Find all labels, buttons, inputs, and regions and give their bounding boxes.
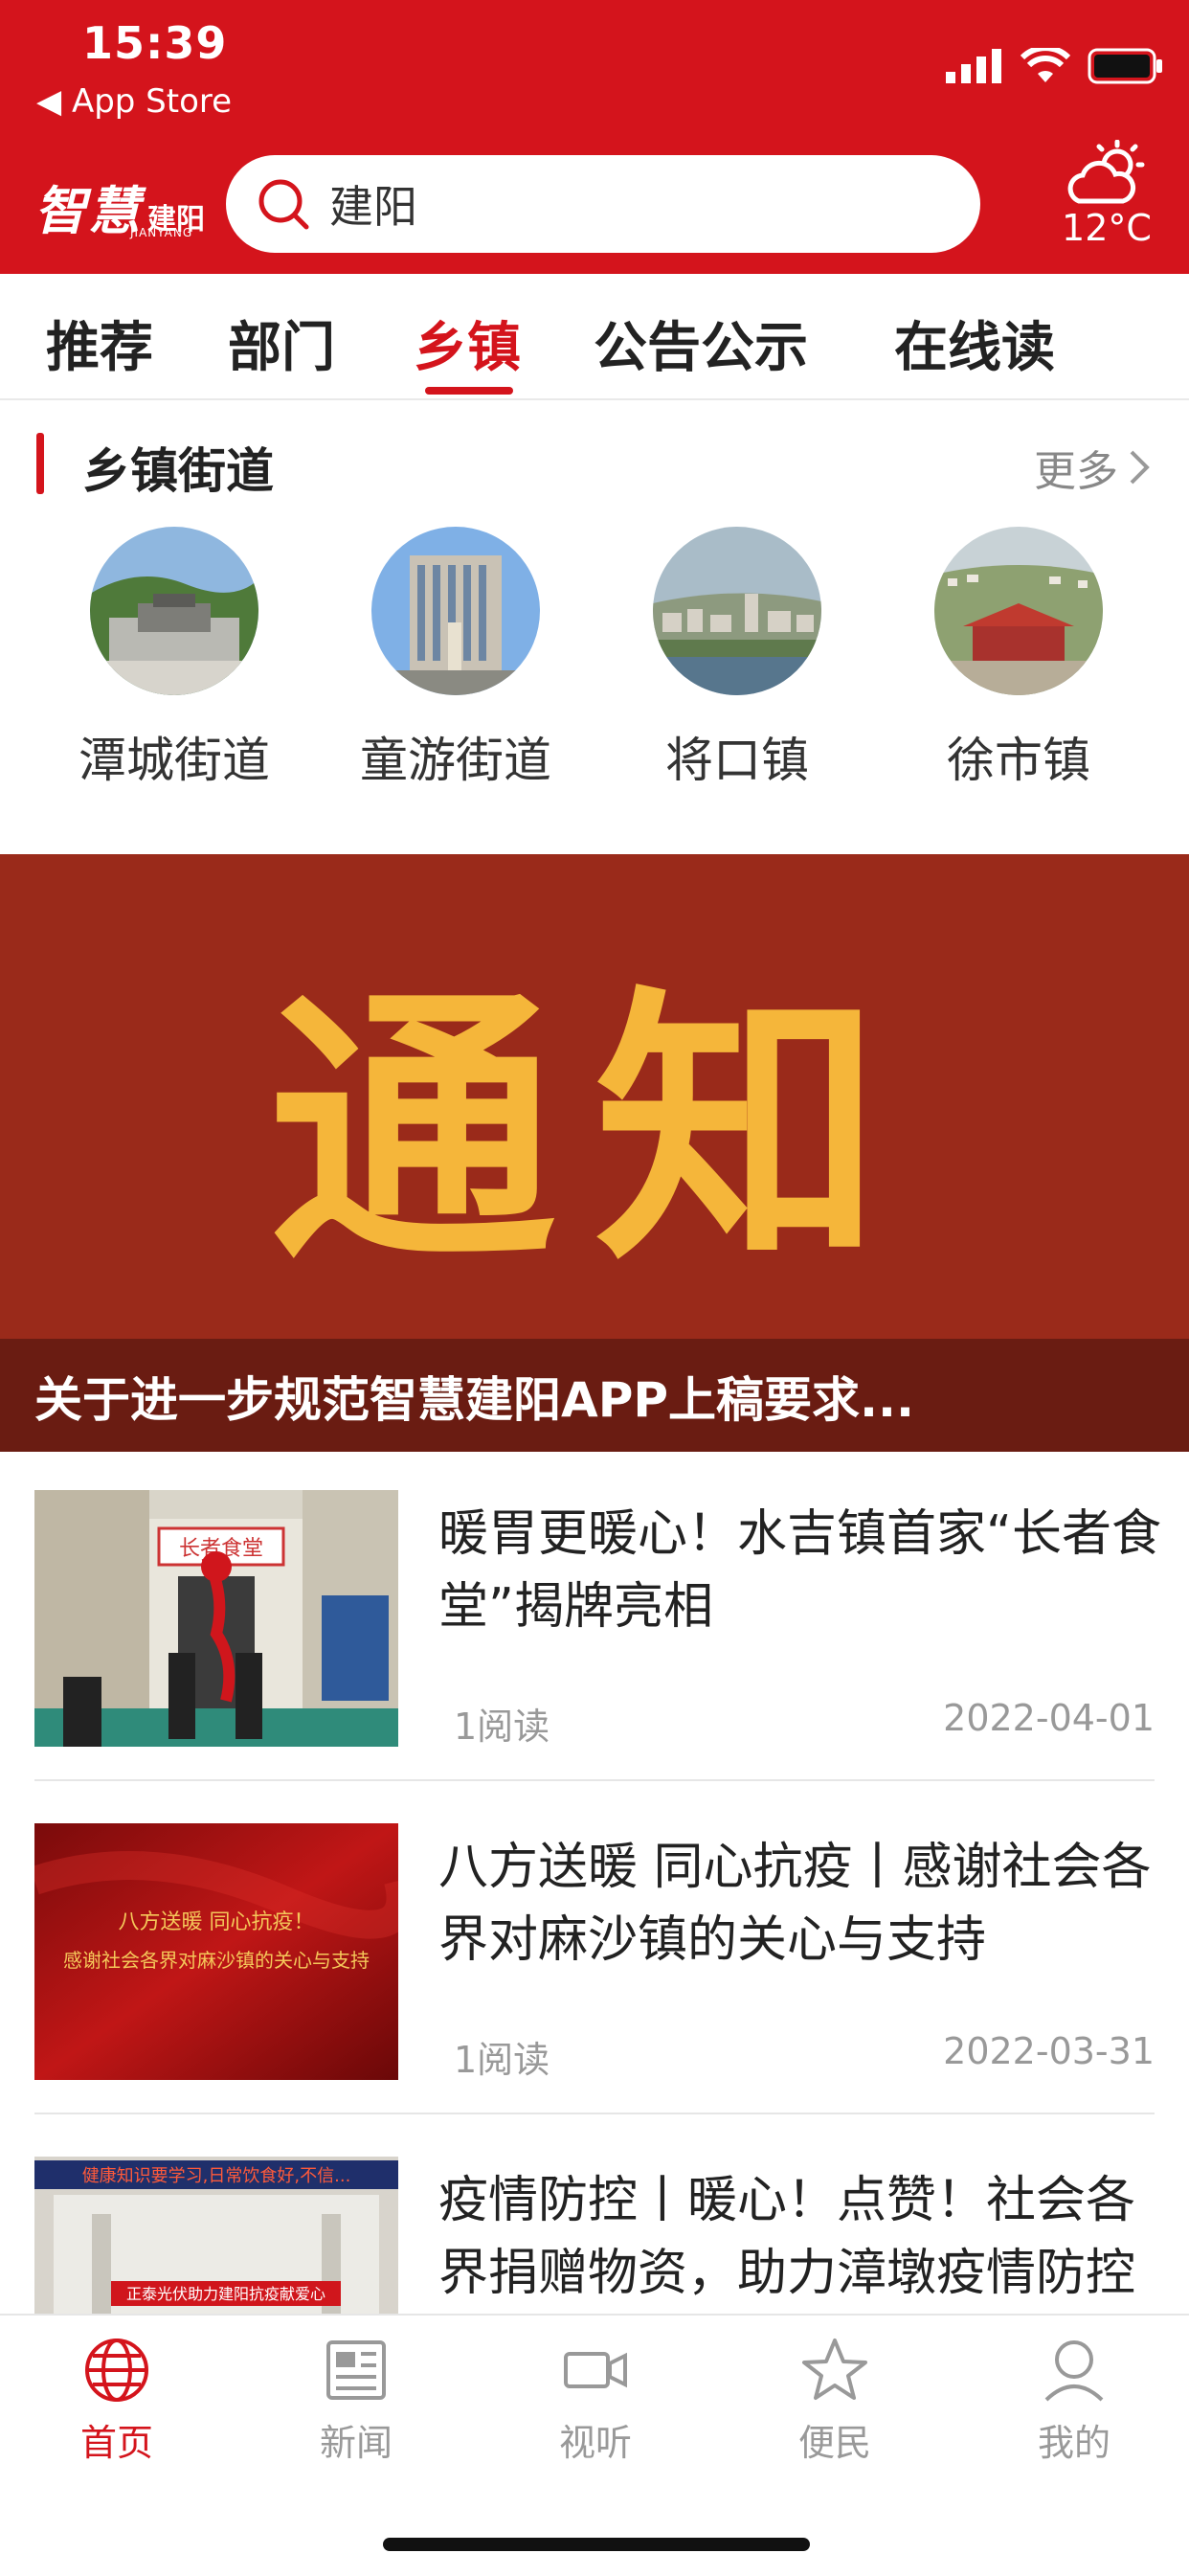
status-time: 15:39 — [82, 17, 228, 69]
logo-english-text: JIANYANG — [130, 226, 193, 239]
back-to-app-store-link[interactable]: ◀ App Store — [36, 82, 232, 121]
thumb-line-2: 感谢社会各界对麻沙镇的关心与支持 — [63, 1949, 370, 1972]
town-thumbnail — [934, 527, 1103, 695]
tab-recommend[interactable]: 推荐 — [46, 305, 153, 382]
town-item[interactable]: 将口镇 — [622, 527, 852, 791]
tab-scroll-fade — [1065, 274, 1189, 396]
nav-label: 我的 — [1037, 2422, 1110, 2464]
video-icon — [564, 2352, 627, 2388]
category-tabs: 推荐 部门 乡镇 公告公示 在线读 — [0, 274, 1189, 400]
nav-services[interactable]: 便民 — [758, 2337, 911, 2466]
news-title: 暖胃更暖心！水吉镇首家“长者食堂”揭牌亮相 — [438, 1505, 1161, 1636]
home-indicator — [383, 2538, 810, 2551]
town-name: 童游街道 — [360, 733, 551, 788]
partly-cloudy-icon — [1067, 139, 1145, 204]
nav-news[interactable]: 新闻 — [280, 2337, 433, 2466]
newspaper-icon — [326, 2340, 386, 2400]
town-name: 徐市镇 — [947, 733, 1090, 788]
weather-temperature: 12°C — [1062, 207, 1152, 249]
signal-icon — [946, 49, 1001, 83]
banner-caption: 关于进一步规范智慧建阳APP上稿要求... — [34, 1372, 914, 1428]
more-link[interactable]: 更多 — [1034, 437, 1151, 498]
tab-announcements[interactable]: 公告公示 — [594, 305, 808, 382]
search-input-value[interactable]: 建阳 — [329, 172, 417, 236]
app-logo[interactable]: 智慧 建阳 JIANYANG — [34, 169, 205, 244]
search-icon — [258, 179, 309, 230]
news-date: 2022-03-31 — [943, 2030, 1155, 2072]
divider — [34, 1779, 1155, 1781]
more-label: 更多 — [1034, 447, 1118, 496]
nav-profile[interactable]: 我的 — [998, 2337, 1151, 2466]
nav-home[interactable]: 首页 — [40, 2337, 193, 2466]
battery-icon — [1088, 48, 1162, 84]
nav-label: 新闻 — [319, 2422, 393, 2464]
chevron-right-icon — [1130, 450, 1150, 485]
section-title: 乡镇街道 — [82, 443, 274, 499]
nav-label: 视听 — [558, 2422, 632, 2464]
user-icon — [1044, 2340, 1104, 2402]
weather-widget[interactable]: 12°C — [1049, 139, 1164, 249]
search-bar[interactable]: 建阳 — [226, 155, 980, 253]
news-thumbnail: 健康知识要学习,日常饮食好,不信... 正泰光伏助力建阳抗疫献爱心 — [34, 2157, 398, 2314]
town-item[interactable]: 潭城街道 — [59, 527, 289, 791]
news-thumbnail: 八方送暖 同心抗疫！ 感谢社会各界对麻沙镇的关心与支持 — [34, 1823, 398, 2080]
wifi-icon — [1021, 48, 1070, 82]
notice-banner[interactable]: 通知 关于进一步规范智慧建阳APP上稿要求... — [0, 854, 1189, 1452]
bottom-navigation: 首页 新闻 视听 便民 我的 — [0, 2314, 1189, 2576]
town-thumbnail — [90, 527, 258, 695]
news-title: 疫情防控丨暖心！点赞！社会各界捐赠物资，助力漳墩疫情防控 — [438, 2172, 1136, 2302]
thumb-line-1: 八方送暖 同心抗疫！ — [119, 1910, 315, 1934]
news-read-count: 1阅读 — [454, 1706, 550, 1748]
town-item[interactable]: 童游街道 — [341, 527, 571, 791]
section-accent-bar — [36, 433, 44, 494]
tab-departments[interactable]: 部门 — [228, 305, 335, 382]
tab-towns[interactable]: 乡镇 — [414, 305, 521, 382]
divider — [34, 2113, 1155, 2114]
nav-label: 便民 — [797, 2422, 871, 2464]
status-icons — [946, 48, 1164, 84]
nav-label: 首页 — [79, 2422, 153, 2464]
active-tab-indicator — [425, 387, 513, 395]
banner-big-text: 通知 — [269, 964, 920, 1299]
thumb-banner-2: 正泰光伏助力建阳抗疫献爱心 — [126, 2285, 325, 2303]
town-thumbnail — [371, 527, 540, 695]
globe-icon — [85, 2339, 148, 2402]
news-title: 八方送暖 同心抗疫丨感谢社会各界对麻沙镇的关心与支持 — [438, 1839, 1152, 1969]
news-thumbnail: 长者食堂 — [34, 1490, 398, 1747]
news-read-count: 1阅读 — [454, 2039, 550, 2081]
town-item[interactable]: 徐市镇 — [904, 527, 1133, 791]
star-icon — [802, 2339, 867, 2400]
thumb-banner-1: 健康知识要学习,日常饮食好,不信... — [82, 2166, 351, 2186]
nav-video[interactable]: 视听 — [519, 2337, 672, 2466]
logo-main-text: 智慧 — [34, 180, 142, 241]
town-name: 将口镇 — [665, 733, 809, 788]
town-thumbnail — [653, 527, 821, 695]
news-date: 2022-04-01 — [943, 1697, 1155, 1739]
tab-online-reading[interactable]: 在线读 — [894, 305, 1055, 382]
town-name: 潭城街道 — [79, 733, 270, 788]
